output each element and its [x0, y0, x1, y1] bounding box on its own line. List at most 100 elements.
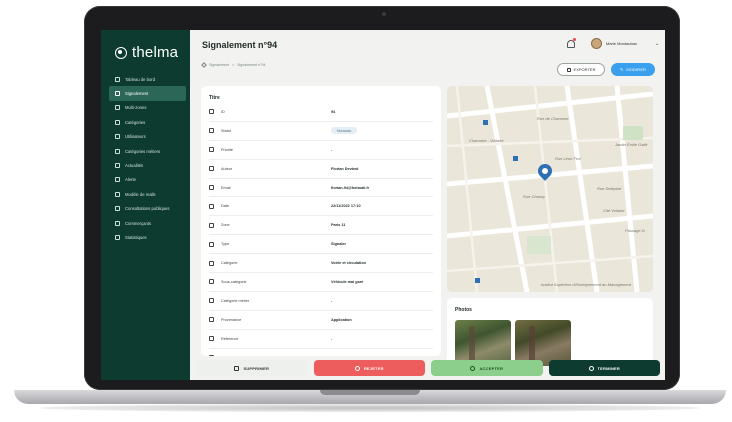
type-icon	[209, 241, 214, 247]
briefcase-icon	[115, 148, 120, 154]
laptop-shadow	[40, 404, 700, 412]
breadcrumb-separator: >	[231, 63, 235, 67]
stats-icon	[115, 234, 120, 240]
shop-icon	[115, 220, 120, 226]
row-label: Auteur	[221, 166, 233, 171]
news-icon	[115, 163, 120, 169]
alert-icon	[115, 91, 120, 97]
table-row: ID 94	[209, 103, 433, 122]
row-value: -	[331, 298, 333, 303]
table-row: Catégorie métier -	[209, 292, 433, 311]
camera-dot	[382, 12, 386, 16]
sidebar-item[interactable]: Catégories	[109, 115, 186, 129]
priority-icon	[209, 147, 214, 153]
check-circle-icon	[470, 365, 476, 371]
subcategory-icon	[209, 279, 214, 285]
sidebar-item[interactable]: Multi-zones	[109, 101, 186, 115]
id-icon	[209, 109, 214, 115]
street-label: Rue de Charonne	[537, 116, 569, 121]
sidebar-item-label: Commerçants	[125, 220, 152, 226]
street-label: Charonne - Voltaire	[469, 138, 504, 143]
sidebar-item[interactable]: Tableau de bord	[109, 72, 186, 86]
finish-label: TERMINER	[597, 365, 620, 371]
sidebar-item[interactable]: Statistiques	[109, 230, 186, 244]
table-row: Provenance Application	[209, 311, 433, 330]
sidebar-item-label: Modèle de mails	[125, 191, 156, 197]
sidebar-item[interactable]: Utilisateurs	[109, 130, 186, 144]
table-row: Date 22/11/2022 17:10	[209, 197, 433, 217]
table-row: Catégorie Voirie et circulation	[209, 254, 433, 274]
section-title: Titre	[209, 95, 220, 101]
sidebar-item-label: Actualités	[125, 163, 144, 169]
sidebar-item[interactable]: Actualités	[109, 158, 186, 172]
reference-icon	[209, 336, 214, 342]
accept-label: ACCEPTER	[479, 365, 504, 371]
sidebar-item[interactable]: Alerte	[109, 173, 186, 187]
row-label: Type	[221, 242, 230, 247]
page-title: Signalement n°94	[202, 40, 278, 50]
sidebar-item[interactable]: Commerçants	[109, 216, 186, 230]
row-label: Priorité	[221, 147, 234, 152]
row-label: Catégorie métier	[221, 298, 250, 303]
table-row: Email florian-94@hotmail.fr	[209, 179, 433, 198]
street-label: Cité Voltaire	[603, 208, 625, 213]
chevron-down-icon[interactable]: ⌄	[655, 41, 659, 47]
export-label: EXPORTER	[573, 67, 596, 72]
delete-button[interactable]: SUPPRIMER	[196, 360, 308, 376]
dashboard-icon	[115, 76, 120, 82]
street-label: Passage G	[625, 228, 645, 233]
export-button[interactable]: EXPORTER	[557, 63, 605, 76]
consultation-icon	[115, 206, 120, 212]
reject-button[interactable]: REJETER	[313, 360, 425, 376]
action-bar: SUPPRIMER REJETER ACCEPTER TERMINER	[196, 360, 660, 376]
app-screen: thelma Tableau de bord Signalement Multi-z…	[101, 30, 665, 380]
row-value: 22/11/2022 17:10	[331, 204, 361, 209]
street-label: Institut Supérieur d'Enseignement au Man…	[541, 282, 631, 287]
modify-button[interactable]: ✎ MODIFIER	[611, 63, 655, 76]
finish-button[interactable]: TERMINER	[548, 360, 660, 376]
table-row: Zone Paris 11	[209, 216, 433, 236]
sidebar-item-label: Catégories métiers	[125, 148, 161, 154]
map-panel[interactable]: Rue de Charonne Charonne - Voltaire Rue …	[447, 86, 653, 292]
user-name[interactable]: Marie Montauban	[606, 41, 637, 46]
sidebar-item-label: Signalement	[125, 91, 149, 97]
sidebar-item[interactable]: Modèle de mails	[109, 187, 186, 201]
row-value: Signaler	[331, 242, 346, 247]
logo[interactable]: thelma	[115, 44, 178, 61]
laptop-base	[14, 390, 726, 404]
notification-dot	[573, 38, 576, 41]
briefcase-icon	[209, 298, 214, 304]
sidebar-item[interactable]: Signalement	[109, 86, 186, 101]
avatar[interactable]	[591, 38, 602, 49]
bell-icon[interactable]	[567, 40, 575, 48]
row-value: florian-94@hotmail.fr	[331, 185, 370, 190]
sidebar-item[interactable]: Consultations publiques	[109, 202, 186, 216]
sidebar-item[interactable]: Catégories métiers	[109, 144, 186, 158]
check-circle-icon	[588, 365, 594, 371]
details-table: ID 94 Statut Nouveau Priorité - Auteur Florian …	[209, 103, 433, 356]
row-value: 94	[331, 109, 336, 114]
user-icon	[209, 166, 214, 172]
breadcrumb-item: Signalement n°94	[237, 63, 266, 67]
row-label: Sous-catégorie	[221, 279, 247, 284]
logo-text: thelma	[132, 44, 179, 61]
accept-button[interactable]: ACCEPTER	[431, 360, 543, 376]
source-icon	[209, 317, 214, 323]
row-value: Voirie et circulation	[331, 261, 366, 266]
zone-icon	[209, 222, 214, 228]
star-icon	[209, 128, 214, 134]
row-label: Statut	[221, 128, 231, 133]
street-label: Rue Delépine	[597, 186, 622, 191]
sidebar-item-label: Utilisateurs	[125, 134, 146, 140]
row-label: Email	[221, 185, 231, 190]
breadcrumb-item[interactable]: Signalement	[209, 63, 229, 67]
sidebar-item-label: Alerte	[125, 177, 136, 183]
trash-icon	[234, 365, 240, 371]
status-badge: Nouveau	[331, 127, 358, 135]
sidebar-item-label: Consultations publiques	[125, 206, 170, 212]
row-value: -	[331, 147, 333, 152]
row-label: Zone	[221, 223, 230, 228]
row-value: Application	[331, 317, 352, 322]
table-row: Priorité -	[209, 141, 433, 160]
row-label: Provenance	[221, 317, 242, 322]
